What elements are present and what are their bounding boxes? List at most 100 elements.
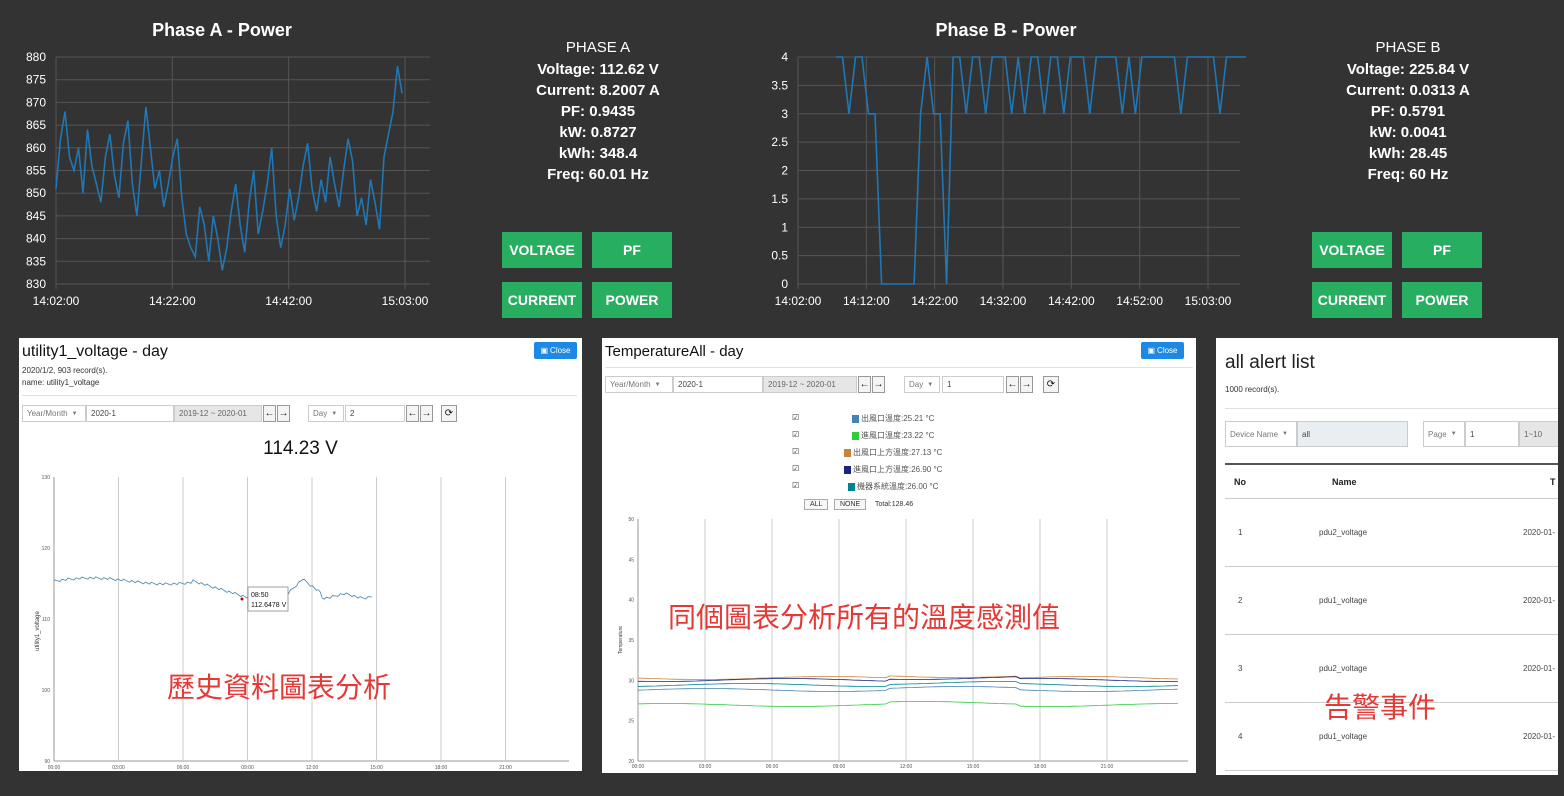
phase-a-power-button[interactable]: POWER [592, 282, 672, 318]
y-tick-label: 1.5 [771, 192, 788, 206]
x-tick-label: 21:00 [1101, 764, 1114, 770]
phase-a-pf-button[interactable]: PF [592, 232, 672, 268]
caret-down-icon: ▼ [71, 410, 78, 417]
phase-b-power-button[interactable]: POWER [1402, 282, 1482, 318]
x-tick-label: 09:00 [833, 764, 846, 770]
temperature-month-input[interactable]: 2020-1 [673, 376, 763, 393]
temperature-yearmonth-select[interactable]: Year/Month ▼ [605, 376, 673, 393]
refresh-icon[interactable]: ⟳ [1043, 376, 1059, 393]
temperature-close-button[interactable]: ▣ Close [1141, 342, 1184, 359]
cell-name: pdu2_voltage [1319, 664, 1368, 673]
legend-checkbox-1[interactable]: ☑ [792, 430, 799, 439]
prev-month-arrow-icon[interactable]: ← [263, 405, 276, 422]
phase-a-voltage: Voltage: 112.62 V [537, 61, 659, 78]
next-day-arrow-icon[interactable]: → [420, 405, 433, 422]
phase-b-voltage-button[interactable]: VOLTAGE [1312, 232, 1392, 268]
table-row[interactable]: 2 pdu1_voltage 2020-01- [1225, 567, 1558, 635]
next-month-arrow-icon[interactable]: → [872, 376, 885, 393]
phase-b-power-chart: 0 0.5 1 1.5 2 2.5 3 3.5 4 14:02:00 14:12:00 14:22:0… [771, 50, 1246, 308]
alert-overlay-caption: 告警事件 [1324, 692, 1437, 723]
device-name-input[interactable]: all [1297, 421, 1408, 447]
legend-checkbox-2[interactable]: ☑ [792, 447, 799, 456]
x-tick-label: 03:00 [112, 765, 125, 771]
legend-label: 出風口上方溫度:27.13 °C [853, 448, 943, 457]
y-tick-label: 2 [781, 164, 788, 178]
voltage-yearmonth-select[interactable]: Year/Month ▼ [22, 405, 86, 422]
legend-item-0[interactable]: 出風口溫度:25.21 °C [852, 413, 934, 424]
cell-name: pdu1_voltage [1319, 596, 1368, 605]
temperature-close-label: Close [1157, 346, 1178, 355]
temperature-day-input[interactable]: 1 [942, 376, 1004, 393]
table-row[interactable]: 1 pdu2_voltage 2020-01- [1225, 499, 1558, 567]
caret-down-icon: ▼ [1450, 431, 1457, 437]
cell-name: pdu2_voltage [1319, 528, 1368, 537]
voltage-day-select[interactable]: Day ▼ [308, 405, 344, 422]
y-tick-label: 880 [26, 50, 46, 64]
day-label: Day [313, 409, 328, 418]
legend-label: 進風口溫度:23.22 °C [861, 431, 935, 440]
legend-item-1[interactable]: 進風口溫度:23.22 °C [852, 430, 934, 441]
phase-a-pf: PF: 0.9435 [560, 103, 636, 120]
y-tick-label: 20 [628, 759, 634, 765]
device-name-select[interactable]: Device Name ▼ [1225, 421, 1297, 447]
legend-checkbox-0[interactable]: ☑ [792, 413, 799, 422]
yearmonth-label: Year/Month [610, 380, 651, 389]
phase-b-chart-title: Phase B - Power [935, 20, 1077, 40]
phase-b-pf-button[interactable]: PF [1402, 232, 1482, 268]
legend-item-3[interactable]: 進風口上方溫度:26.90 °C [844, 464, 942, 475]
caret-down-icon: ▼ [331, 410, 338, 417]
cell-no: 2 [1238, 596, 1243, 605]
next-day-arrow-icon[interactable]: → [1020, 376, 1033, 393]
caret-down-icon: ▼ [927, 381, 934, 388]
legend-checkbox-4[interactable]: ☑ [792, 481, 799, 490]
voltage-meta-records: 2020/1/2, 903 record(s). [22, 366, 108, 375]
prev-day-arrow-icon[interactable]: ← [1006, 376, 1019, 393]
phase-a-chart-title: Phase A - Power [152, 20, 292, 40]
prev-day-arrow-icon[interactable]: ← [406, 405, 419, 422]
x-tick-label: 18:00 [435, 765, 448, 771]
x-tick-label: 12:00 [900, 764, 913, 770]
legend-item-4[interactable]: 機器系統溫度:26.00 °C [848, 481, 938, 492]
day-label: Day [909, 380, 924, 389]
y-tick-label: 45 [628, 557, 634, 563]
x-tick-label: 14:42:00 [265, 294, 312, 308]
series-line [637, 675, 1179, 680]
legend-label: 進風口上方溫度:26.90 °C [853, 465, 943, 474]
prev-month-arrow-icon[interactable]: ← [858, 376, 871, 393]
page-input[interactable]: 1 [1465, 421, 1519, 447]
x-tick-label: 14:02:00 [33, 294, 80, 308]
phase-a-stats: PHASE A Voltage: 112.62 V Current: 8.200… [498, 39, 698, 185]
x-tick-label: 14:32:00 [980, 294, 1027, 308]
legend-none-button[interactable]: NONE [834, 499, 867, 510]
legend-swatch [852, 431, 859, 440]
x-tick-label: 18:00 [1034, 764, 1047, 770]
y-tick-label: 870 [26, 95, 46, 109]
voltage-panel-title: utility1_voltage - day [22, 343, 168, 360]
refresh-icon[interactable]: ⟳ [441, 405, 457, 422]
x-tick-label: 03:00 [699, 764, 712, 770]
y-tick-label: 840 [26, 232, 46, 246]
next-month-arrow-icon[interactable]: → [277, 405, 290, 422]
legend-checkbox-3[interactable]: ☑ [792, 464, 799, 473]
y-tick-label: 35 [628, 638, 634, 644]
page-select[interactable]: Page ▼ [1423, 421, 1465, 447]
y-tick-label: 865 [26, 118, 46, 132]
cell-time: 2020-01- [1523, 664, 1556, 673]
voltage-month-input[interactable]: 2020-1 [86, 405, 174, 422]
y-tick-label: 2.5 [771, 135, 788, 149]
cell-no: 3 [1238, 664, 1243, 673]
legend-all-button[interactable]: ALL [804, 499, 829, 510]
voltage-day-input[interactable]: 2 [345, 405, 405, 422]
phase-a-current-button[interactable]: CURRENT [502, 282, 582, 318]
legend-item-2[interactable]: 出風口上方溫度:27.13 °C [844, 447, 942, 458]
phase-b-stats: PHASE B Voltage: 225.84 V Current: 0.031… [1308, 39, 1508, 185]
cell-time: 2020-01- [1523, 732, 1556, 741]
phase-b-current-button[interactable]: CURRENT [1312, 282, 1392, 318]
y-tick-label: 120 [42, 546, 51, 552]
voltage-reading: 114.23 V [263, 438, 338, 459]
voltage-close-button[interactable]: ▣ Close [534, 342, 577, 359]
phase-a-voltage-button[interactable]: VOLTAGE [502, 232, 582, 268]
voltage-close-label: Close [550, 346, 571, 355]
y-tick-label: 0 [781, 277, 788, 291]
temperature-day-select[interactable]: Day ▼ [904, 376, 940, 393]
